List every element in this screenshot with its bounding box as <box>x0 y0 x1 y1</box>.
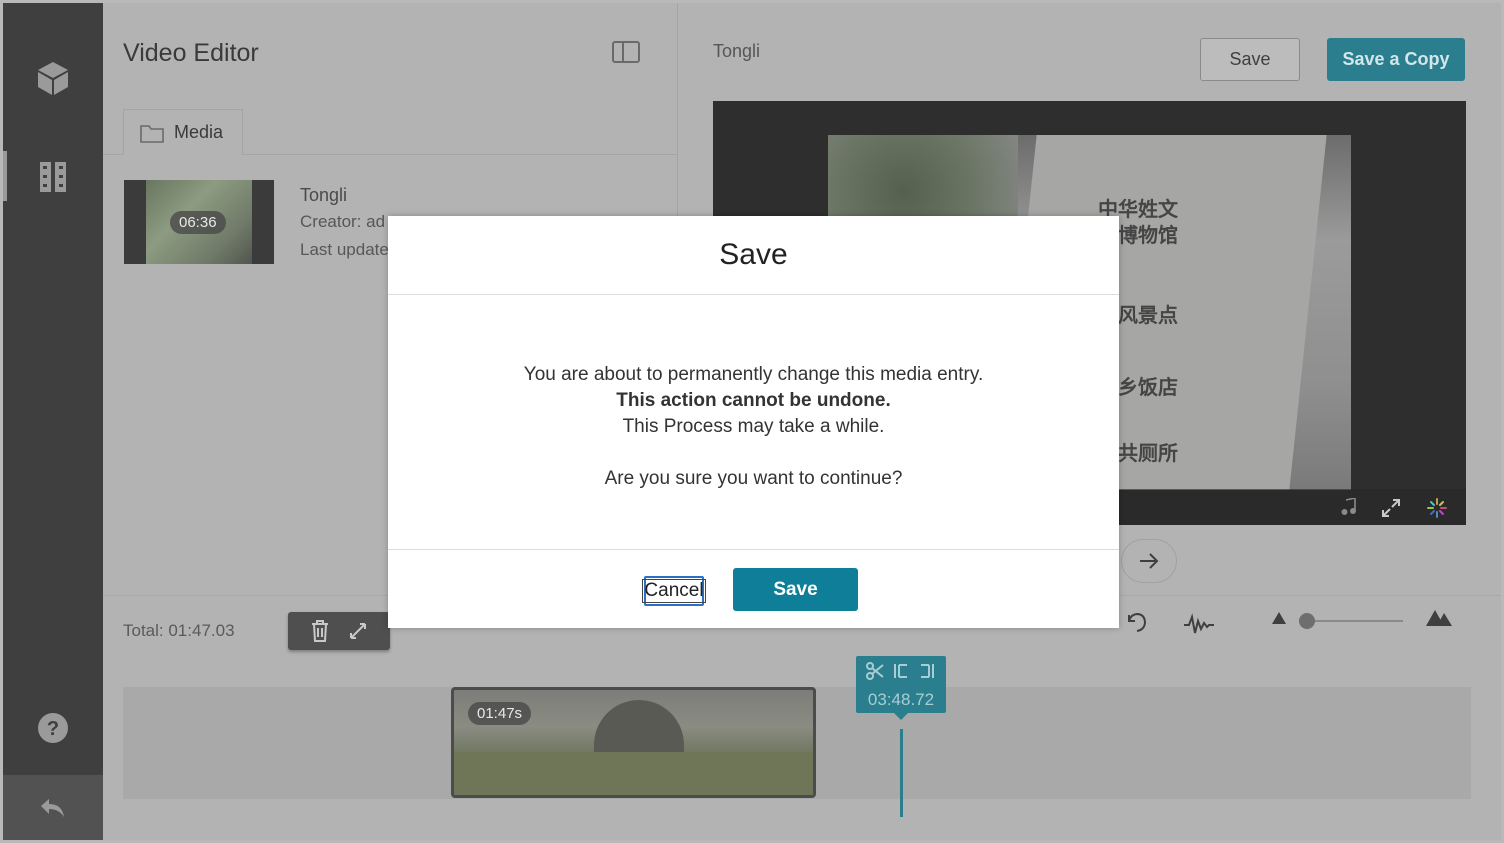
side-rail: ? <box>3 3 103 840</box>
svg-text:?: ? <box>47 718 59 740</box>
zoom-in-icon[interactable] <box>1425 609 1453 627</box>
zoom-slider-track[interactable] <box>1305 620 1403 622</box>
entry-name: Tongli <box>300 185 348 205</box>
sign-text: 乡饭店 <box>1118 377 1178 399</box>
playhead-line[interactable] <box>900 729 903 817</box>
sign-text: 共厕所 <box>1118 443 1178 465</box>
resize-icon[interactable] <box>348 621 368 641</box>
clip-toolbar <box>288 612 390 650</box>
playhead-time: 03:48.72 <box>867 690 935 709</box>
help-icon[interactable]: ? <box>3 708 103 748</box>
sign-text: 博物馆 <box>1118 225 1178 247</box>
cube-icon[interactable] <box>3 53 103 103</box>
set-in-point-icon[interactable] <box>892 662 910 680</box>
film-icon[interactable] <box>3 153 103 201</box>
dialog-question: Are you sure you want to continue? <box>604 468 903 489</box>
waveform-icon[interactable] <box>1183 613 1215 637</box>
loading-spinner-icon <box>1427 498 1447 518</box>
zoom-slider-handle[interactable] <box>1299 613 1315 629</box>
dialog-note: This Process may take a while. <box>622 416 885 437</box>
set-out-point-icon[interactable] <box>918 662 936 680</box>
sign-text: 风景点 <box>1118 305 1178 327</box>
save-button[interactable]: Save <box>1200 38 1300 81</box>
player-title: Tongli <box>713 41 761 61</box>
delete-icon[interactable] <box>310 620 330 642</box>
thumbnail-duration: 06:36 <box>170 211 226 234</box>
arrow-right-icon <box>1140 553 1159 569</box>
folder-icon <box>140 124 164 143</box>
save-copy-button[interactable]: Save a Copy <box>1327 38 1465 81</box>
undo-icon[interactable] <box>1123 609 1149 635</box>
timeline-total: Total: 01:47.03 <box>123 621 235 640</box>
dialog-header: Save <box>388 216 1119 295</box>
back-button[interactable] <box>3 775 103 840</box>
app-frame: ? Video Editor Media 06:36 Tongli Creato… <box>3 3 1501 840</box>
clip-duration: 01:47s <box>468 702 532 725</box>
dialog-message: You are about to permanently change this… <box>523 364 984 385</box>
page-title: Video Editor <box>123 39 259 67</box>
scissors-icon[interactable] <box>866 662 884 680</box>
fullscreen-icon[interactable] <box>1381 498 1401 518</box>
dialog-body: You are about to permanently change this… <box>388 296 1119 549</box>
dialog-warning: This action cannot be undone. <box>616 390 891 411</box>
audio-icon[interactable] <box>1341 498 1357 516</box>
undo-arrow-icon <box>41 798 64 817</box>
clip-frame-water <box>454 752 813 795</box>
playhead-controls[interactable]: 03:48.72 <box>856 656 946 713</box>
panel-toggle-icon[interactable] <box>612 41 640 68</box>
confirm-save-button[interactable]: Save <box>733 568 858 611</box>
entry-thumbnail[interactable]: 06:36 <box>124 180 274 264</box>
dialog-footer: Cancel Save <box>388 549 1119 628</box>
save-dialog: Save You are about to permanently change… <box>388 216 1119 628</box>
tab-media-label: Media <box>174 122 224 142</box>
entry-creator: Creator: ad <box>300 212 386 231</box>
timeline-clip[interactable]: 01:47s <box>451 687 816 798</box>
clip-frame-arch <box>594 700 684 760</box>
dialog-title: Save <box>719 238 788 271</box>
cancel-button[interactable]: Cancel <box>642 576 706 606</box>
entry-last-updated: Last update <box>300 240 389 259</box>
next-arrow-button[interactable] <box>1121 539 1177 583</box>
tab-media[interactable]: Media <box>123 109 243 155</box>
zoom-out-icon[interactable] <box>1271 611 1287 625</box>
cancel-button-label: Cancel <box>642 579 706 603</box>
playhead-pointer <box>893 712 909 720</box>
